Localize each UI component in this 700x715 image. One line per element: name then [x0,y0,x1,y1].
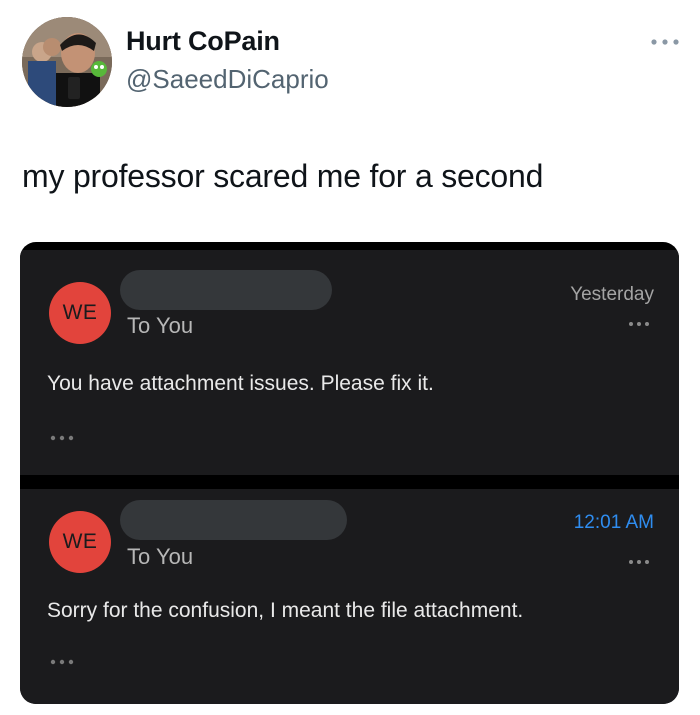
tweet-text: my professor scared me for a second [22,158,544,194]
ellipsis-icon [629,322,649,326]
profile-photo-icon [22,17,112,107]
attached-screenshot[interactable]: WE To You Yesterday You have attachment … [20,242,679,704]
ellipsis-icon [50,659,74,665]
tweet-header: Hurt CoPain @SaeedDiCaprio [0,0,700,120]
email-body: You have attachment issues. Please fix i… [47,372,434,395]
email-timestamp: Yesterday [570,284,654,305]
more-options-button[interactable] [645,30,685,54]
email-item[interactable]: WE To You 12:01 AM Sorry for the confusi… [20,489,679,704]
redacted-sender-name [120,270,332,310]
email-timestamp: 12:01 AM [573,512,654,533]
ellipsis-icon [651,39,679,45]
profile-avatar[interactable] [22,17,112,107]
sender-avatar: WE [49,282,111,344]
expand-quoted-button[interactable] [50,431,80,445]
email-more-button[interactable] [626,556,652,568]
recipient-label: To You [127,313,194,338]
email-body: Sorry for the confusion, I meant the fil… [47,599,524,622]
display-name[interactable]: Hurt CoPain [126,26,280,57]
email-item[interactable]: WE To You Yesterday You have attachment … [20,250,679,475]
user-handle[interactable]: @SaeedDiCaprio [126,64,329,95]
sender-avatar: WE [49,511,111,573]
redacted-sender-name [120,500,347,540]
ellipsis-icon [629,560,649,564]
email-more-button[interactable] [626,318,652,330]
recipient-label: To You [127,544,194,569]
ellipsis-icon [50,435,74,441]
expand-quoted-button[interactable] [50,655,80,669]
